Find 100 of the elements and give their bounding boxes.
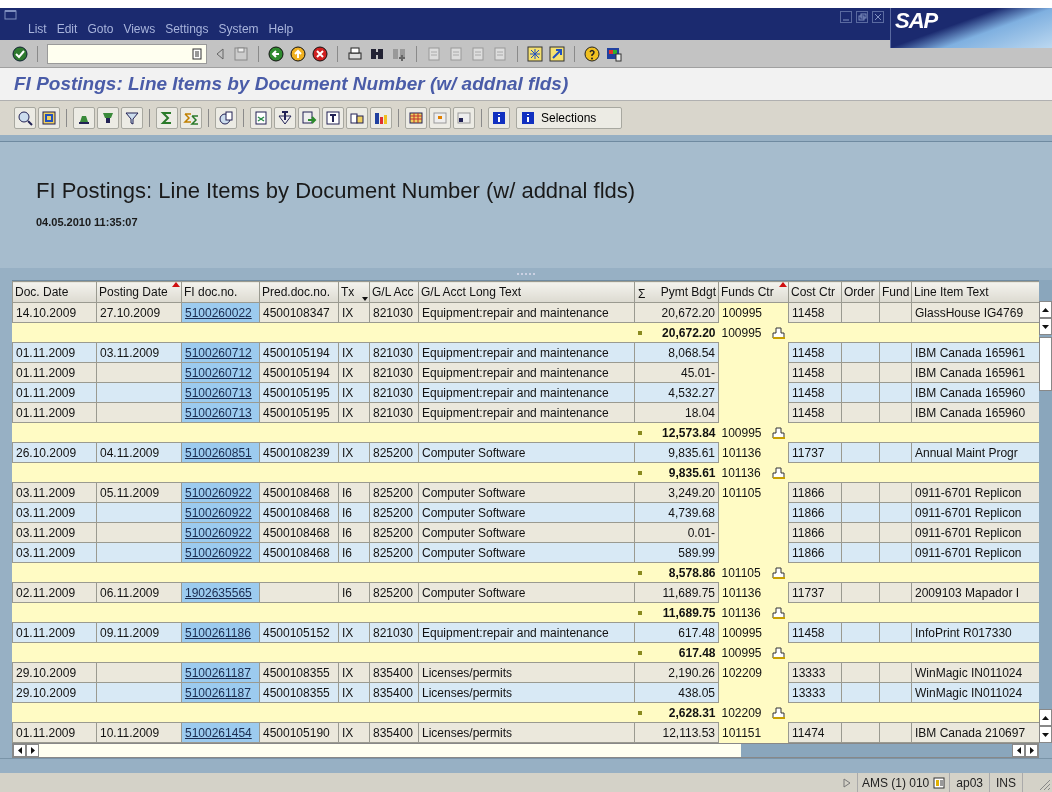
filter-button[interactable] <box>121 107 143 129</box>
menu-item[interactable]: Views <box>123 20 156 38</box>
sort-descending-button[interactable] <box>97 107 119 129</box>
scroll-up-button[interactable] <box>1039 301 1052 318</box>
document-link[interactable]: 5100260922 <box>185 505 252 520</box>
session-list-icon[interactable] <box>933 776 946 789</box>
graphic-button[interactable] <box>215 107 237 129</box>
sort-descending-icon <box>100 110 116 126</box>
subtotal-amount: 2,628.31 <box>668 704 716 722</box>
document-link[interactable]: 1902635565 <box>185 585 252 600</box>
scroll-right-button[interactable] <box>26 744 39 757</box>
scrollbar-thumb[interactable] <box>741 744 1012 757</box>
cancel-icon[interactable] <box>312 45 328 62</box>
menu-item[interactable]: Settings <box>165 20 209 38</box>
tray-icon[interactable] <box>771 426 786 439</box>
shortcut-icon[interactable] <box>549 45 565 62</box>
column-header[interactable]: Order <box>841 281 880 303</box>
column-header[interactable]: Pred.doc.no. <box>259 281 339 303</box>
column-header[interactable]: Cost Ctr <box>788 281 842 303</box>
table-cell: 11458 <box>788 622 842 643</box>
horizontal-scrollbar[interactable] <box>12 743 1039 758</box>
document-link[interactable]: 5100260712 <box>185 345 252 360</box>
back-icon[interactable] <box>268 45 284 62</box>
column-header[interactable]: Line Item Text <box>911 281 1040 303</box>
info-icon <box>491 110 507 126</box>
table-cell: 06.11.2009 <box>96 582 182 603</box>
scroll-down-button[interactable] <box>1039 318 1052 335</box>
document-link[interactable]: 5100260922 <box>185 485 252 500</box>
minimize-icon[interactable] <box>840 11 852 23</box>
menu-item[interactable]: Help <box>268 20 294 38</box>
scroll-left-button[interactable] <box>1012 744 1025 757</box>
vertical-scrollbar[interactable] <box>1039 280 1052 743</box>
document-link[interactable]: 5100261186 <box>185 625 251 640</box>
table-cell: 2,190.26 <box>634 662 719 683</box>
document-link[interactable]: 5100260713 <box>185 405 252 420</box>
check-icon[interactable] <box>12 45 28 62</box>
layout-icon[interactable] <box>606 45 622 62</box>
menu-item[interactable]: Edit <box>56 20 78 38</box>
restore-icon[interactable] <box>856 11 868 23</box>
tray-icon[interactable] <box>771 466 786 479</box>
new-window-icon[interactable] <box>527 45 543 62</box>
subtotal-amount: 8,578.86 <box>668 564 716 582</box>
details-button[interactable] <box>14 107 36 129</box>
document-link[interactable]: 5100260922 <box>185 525 252 540</box>
expand-triangle-icon[interactable] <box>842 777 851 788</box>
column-header[interactable]: FI doc.no. <box>181 281 260 303</box>
menu-item[interactable]: System <box>218 20 259 38</box>
document-link[interactable]: 5100261454 <box>185 725 252 740</box>
scroll-right-button[interactable] <box>1025 744 1038 757</box>
table-cell: 835400 <box>369 722 419 743</box>
document-link[interactable]: 5100260851 <box>185 445 252 460</box>
export-button[interactable] <box>250 107 272 129</box>
table-cell: 13333 <box>788 662 842 683</box>
close-icon[interactable] <box>872 11 884 23</box>
tray-icon[interactable] <box>771 326 786 339</box>
scrollbar-thumb[interactable] <box>1039 337 1052 391</box>
page-down-button[interactable] <box>1039 726 1052 743</box>
exit-icon[interactable] <box>290 45 306 62</box>
menu-item[interactable]: Goto <box>87 20 114 38</box>
menu-item[interactable]: List <box>28 20 47 38</box>
column-header[interactable]: Tx <box>338 281 370 303</box>
selections-button[interactable]: Selections <box>516 107 622 129</box>
column-header[interactable]: G/L Acct Long Text <box>418 281 635 303</box>
scroll-left-button[interactable] <box>13 744 26 757</box>
splitter-handle-icon[interactable] <box>516 272 536 276</box>
table-cell: 09.11.2009 <box>96 622 182 643</box>
window-menu-icon[interactable] <box>4 9 17 20</box>
tray-icon[interactable] <box>771 566 786 579</box>
tray-icon[interactable] <box>771 706 786 719</box>
document-link[interactable]: 5100260022 <box>185 305 252 320</box>
tray-icon[interactable] <box>771 606 786 619</box>
local-file-button[interactable] <box>298 107 320 129</box>
help-icon[interactable] <box>584 45 600 62</box>
table-cell <box>879 622 912 643</box>
sum-button[interactable] <box>156 107 178 129</box>
column-header[interactable]: Fund <box>879 281 912 303</box>
document-link[interactable]: 5100260712 <box>185 365 252 380</box>
choose-layout-button[interactable] <box>38 107 60 129</box>
table-cell: 4500105152 <box>259 622 339 643</box>
print-icon[interactable] <box>347 45 363 62</box>
dropdown-list-icon <box>192 47 202 60</box>
tray-icon[interactable] <box>771 646 786 659</box>
document-link[interactable]: 5100261187 <box>185 665 251 680</box>
column-header[interactable]: Funds Ctr <box>718 281 789 303</box>
sort-ascending-button[interactable] <box>73 107 95 129</box>
scroll-left-icon <box>17 747 22 754</box>
info-button[interactable] <box>488 107 510 129</box>
column-header[interactable]: Posting Date <box>96 281 182 303</box>
command-field[interactable] <box>47 43 207 64</box>
document-link[interactable]: 5100261187 <box>185 685 251 700</box>
column-header[interactable]: Doc. Date <box>12 281 97 303</box>
page-up-button[interactable] <box>1039 709 1052 726</box>
grid-button[interactable] <box>405 107 427 129</box>
column-header[interactable]: Σ Pymt Bdgt <box>634 281 719 303</box>
bar-chart-button[interactable] <box>370 107 392 129</box>
document-link[interactable]: 5100260922 <box>185 545 252 560</box>
document-link[interactable]: 5100260713 <box>185 385 252 400</box>
subtotal-button[interactable] <box>180 107 202 129</box>
column-header[interactable]: G/L Acc <box>369 281 419 303</box>
info-icon <box>521 111 535 125</box>
